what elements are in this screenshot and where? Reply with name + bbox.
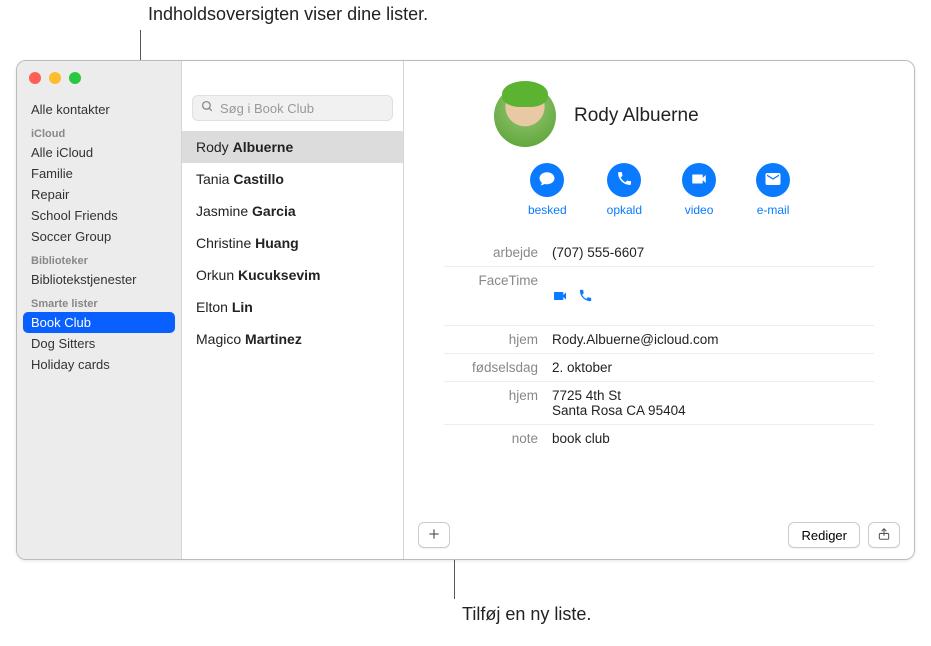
contact-last: Kucuksevim xyxy=(238,267,320,283)
video-button[interactable]: video xyxy=(682,163,716,217)
sidebar-item[interactable]: Bibliotekstjenester xyxy=(17,269,181,290)
avatar xyxy=(494,85,556,147)
phone-icon xyxy=(616,170,633,190)
share-icon xyxy=(877,527,891,544)
search-input[interactable] xyxy=(220,101,384,116)
sidebar-header-biblioteker: Biblioteker xyxy=(17,247,181,269)
action-label: opkald xyxy=(607,203,642,217)
sidebar-header-icloud: iCloud xyxy=(17,120,181,142)
sidebar-item[interactable]: School Friends xyxy=(17,205,181,226)
close-window-button[interactable] xyxy=(29,72,41,84)
sidebar-item[interactable]: Repair xyxy=(17,184,181,205)
contact-item[interactable]: Christine Huang xyxy=(182,227,403,259)
minimize-window-button[interactable] xyxy=(49,72,61,84)
field-value[interactable]: Rody.Albuerne@icloud.com xyxy=(552,332,874,347)
share-button[interactable] xyxy=(868,522,900,548)
action-label: besked xyxy=(528,203,567,217)
contact-last: Martinez xyxy=(245,331,302,347)
contact-first: Orkun xyxy=(196,267,234,283)
field-value: 2. oktober xyxy=(552,360,874,375)
fullscreen-window-button[interactable] xyxy=(69,72,81,84)
message-icon xyxy=(538,170,556,191)
contact-first: Elton xyxy=(196,299,228,315)
add-button[interactable] xyxy=(418,522,450,548)
sidebar-item[interactable]: Holiday cards xyxy=(17,354,181,375)
contact-detail-pane: Rody Albuerne besked opkald xyxy=(404,61,914,559)
contact-item[interactable]: Elton Lin xyxy=(182,291,403,323)
facetime-audio-icon[interactable] xyxy=(578,288,593,304)
contact-last: Albuerne xyxy=(233,139,294,155)
window-controls xyxy=(29,72,81,84)
contact-first: Jasmine xyxy=(196,203,248,219)
sidebar-item[interactable]: Soccer Group xyxy=(17,226,181,247)
field-home-email: hjem Rody.Albuerne@icloud.com xyxy=(444,326,874,354)
contact-last: Castillo xyxy=(233,171,284,187)
contact-list-column: Rody Albuerne Tania Castillo Jasmine Gar… xyxy=(182,61,404,559)
field-home-address: hjem 7725 4th St Santa Rosa CA 95404 xyxy=(444,382,874,425)
field-birthday: fødselsdag 2. oktober xyxy=(444,354,874,382)
facetime-video-icon[interactable] xyxy=(552,288,568,304)
callout-line xyxy=(140,30,141,60)
field-label: fødselsdag xyxy=(444,360,552,375)
action-label: e-mail xyxy=(757,203,790,217)
field-value[interactable]: 7725 4th St Santa Rosa CA 95404 xyxy=(552,388,874,418)
contact-name: Rody Albuerne xyxy=(574,105,699,127)
contact-fields: arbejde (707) 555-6607 FaceTime xyxy=(434,239,884,452)
contact-item[interactable]: Orkun Kucuksevim xyxy=(182,259,403,291)
sidebar-item[interactable]: Familie xyxy=(17,163,181,184)
plus-icon xyxy=(427,527,441,544)
search-field[interactable] xyxy=(192,95,393,121)
field-label: arbejde xyxy=(444,245,552,260)
contact-last: Garcia xyxy=(252,203,296,219)
field-work-phone: arbejde (707) 555-6607 xyxy=(444,239,874,267)
contacts-window: Alle kontakter iCloud Alle iCloud Famili… xyxy=(16,60,915,560)
mail-button[interactable]: e-mail xyxy=(756,163,790,217)
field-label: hjem xyxy=(444,332,552,347)
contact-first: Tania xyxy=(196,171,229,187)
callout-add-list: Tilføj en ny liste. xyxy=(462,604,591,625)
search-icon xyxy=(201,100,214,116)
mail-icon xyxy=(764,170,782,191)
field-label: FaceTime xyxy=(444,273,552,319)
contact-first: Rody xyxy=(196,139,229,155)
sidebar-item-all-contacts[interactable]: Alle kontakter xyxy=(17,99,181,120)
sidebar-item-book-club[interactable]: Book Club xyxy=(23,312,175,333)
call-button[interactable]: opkald xyxy=(607,163,642,217)
field-note: note book club xyxy=(444,425,874,452)
contact-item[interactable]: Magico Martinez xyxy=(182,323,403,355)
sidebar: Alle kontakter iCloud Alle iCloud Famili… xyxy=(17,61,182,559)
field-label: hjem xyxy=(444,388,552,418)
field-facetime: FaceTime xyxy=(444,267,874,326)
contact-item[interactable]: Rody Albuerne xyxy=(182,131,403,163)
contact-last: Lin xyxy=(232,299,253,315)
detail-toolbar: Rediger xyxy=(404,511,914,559)
sidebar-item[interactable]: Alle iCloud xyxy=(17,142,181,163)
callout-lists: Indholdsoversigten viser dine lister. xyxy=(148,4,428,25)
contact-item[interactable]: Jasmine Garcia xyxy=(182,195,403,227)
field-value[interactable]: book club xyxy=(552,431,874,446)
sidebar-header-smartelister: Smarte lister xyxy=(17,290,181,312)
message-button[interactable]: besked xyxy=(528,163,567,217)
sidebar-item[interactable]: Dog Sitters xyxy=(17,333,181,354)
field-label: note xyxy=(444,431,552,446)
edit-button[interactable]: Rediger xyxy=(788,522,860,548)
video-icon xyxy=(690,170,708,191)
contact-first: Magico xyxy=(196,331,241,347)
action-label: video xyxy=(685,203,714,217)
contact-item[interactable]: Tania Castillo xyxy=(182,163,403,195)
contact-last: Huang xyxy=(255,235,299,251)
field-value[interactable]: (707) 555-6607 xyxy=(552,245,874,260)
contact-first: Christine xyxy=(196,235,251,251)
